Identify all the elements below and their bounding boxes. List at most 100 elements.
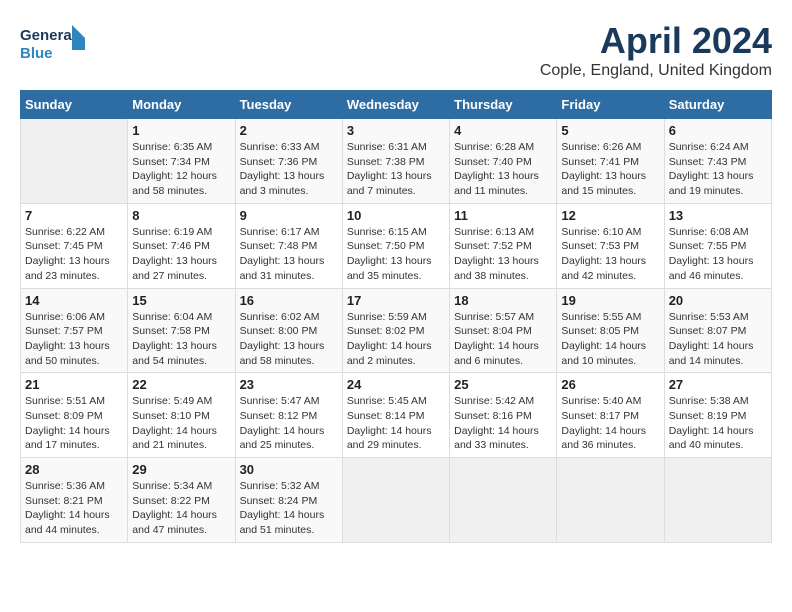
day-info: Sunrise: 5:59 AMSunset: 8:02 PMDaylight:…	[347, 311, 432, 367]
svg-text:General: General	[20, 27, 76, 44]
day-number: 25	[454, 377, 552, 392]
day-number: 28	[25, 462, 123, 477]
calendar-cell: 8 Sunrise: 6:19 AMSunset: 7:46 PMDayligh…	[128, 203, 235, 288]
day-info: Sunrise: 5:42 AMSunset: 8:16 PMDaylight:…	[454, 395, 539, 451]
calendar-table: SundayMondayTuesdayWednesdayThursdayFrid…	[20, 90, 772, 543]
calendar-cell: 25 Sunrise: 5:42 AMSunset: 8:16 PMDaylig…	[450, 373, 557, 458]
day-info: Sunrise: 6:15 AMSunset: 7:50 PMDaylight:…	[347, 226, 432, 282]
title-area: April 2024 Cople, England, United Kingdo…	[540, 20, 772, 80]
day-info: Sunrise: 6:06 AMSunset: 7:57 PMDaylight:…	[25, 311, 110, 367]
day-number: 15	[132, 293, 230, 308]
week-row-4: 28 Sunrise: 5:36 AMSunset: 8:21 PMDaylig…	[21, 458, 772, 543]
calendar-cell: 2 Sunrise: 6:33 AMSunset: 7:36 PMDayligh…	[235, 119, 342, 204]
day-number: 5	[561, 123, 659, 138]
header-area: GeneralBlue April 2024 Cople, England, U…	[20, 20, 772, 80]
calendar-cell: 30 Sunrise: 5:32 AMSunset: 8:24 PMDaylig…	[235, 458, 342, 543]
calendar-cell: 12 Sunrise: 6:10 AMSunset: 7:53 PMDaylig…	[557, 203, 664, 288]
calendar-cell: 19 Sunrise: 5:55 AMSunset: 8:05 PMDaylig…	[557, 288, 664, 373]
day-number: 12	[561, 208, 659, 223]
day-number: 30	[240, 462, 338, 477]
day-info: Sunrise: 5:34 AMSunset: 8:22 PMDaylight:…	[132, 480, 217, 536]
day-info: Sunrise: 6:17 AMSunset: 7:48 PMDaylight:…	[240, 226, 325, 282]
day-header-monday: Monday	[128, 91, 235, 119]
day-info: Sunrise: 6:24 AMSunset: 7:43 PMDaylight:…	[669, 141, 754, 197]
day-header-friday: Friday	[557, 91, 664, 119]
day-number: 20	[669, 293, 767, 308]
day-number: 18	[454, 293, 552, 308]
day-info: Sunrise: 5:53 AMSunset: 8:07 PMDaylight:…	[669, 311, 754, 367]
day-info: Sunrise: 6:02 AMSunset: 8:00 PMDaylight:…	[240, 311, 325, 367]
calendar-cell	[342, 458, 449, 543]
day-info: Sunrise: 6:22 AMSunset: 7:45 PMDaylight:…	[25, 226, 110, 282]
day-info: Sunrise: 6:08 AMSunset: 7:55 PMDaylight:…	[669, 226, 754, 282]
calendar-cell: 4 Sunrise: 6:28 AMSunset: 7:40 PMDayligh…	[450, 119, 557, 204]
day-info: Sunrise: 6:31 AMSunset: 7:38 PMDaylight:…	[347, 141, 432, 197]
calendar-cell: 27 Sunrise: 5:38 AMSunset: 8:19 PMDaylig…	[664, 373, 771, 458]
calendar-cell	[450, 458, 557, 543]
calendar-cell: 28 Sunrise: 5:36 AMSunset: 8:21 PMDaylig…	[21, 458, 128, 543]
calendar-cell: 6 Sunrise: 6:24 AMSunset: 7:43 PMDayligh…	[664, 119, 771, 204]
calendar-cell	[557, 458, 664, 543]
day-number: 10	[347, 208, 445, 223]
day-info: Sunrise: 5:47 AMSunset: 8:12 PMDaylight:…	[240, 395, 325, 451]
calendar-cell: 24 Sunrise: 5:45 AMSunset: 8:14 PMDaylig…	[342, 373, 449, 458]
header-row: SundayMondayTuesdayWednesdayThursdayFrid…	[21, 91, 772, 119]
logo-icon: GeneralBlue	[20, 20, 90, 65]
day-info: Sunrise: 5:32 AMSunset: 8:24 PMDaylight:…	[240, 480, 325, 536]
day-header-wednesday: Wednesday	[342, 91, 449, 119]
calendar-cell: 22 Sunrise: 5:49 AMSunset: 8:10 PMDaylig…	[128, 373, 235, 458]
calendar-cell: 20 Sunrise: 5:53 AMSunset: 8:07 PMDaylig…	[664, 288, 771, 373]
day-header-saturday: Saturday	[664, 91, 771, 119]
day-info: Sunrise: 5:57 AMSunset: 8:04 PMDaylight:…	[454, 311, 539, 367]
day-info: Sunrise: 6:33 AMSunset: 7:36 PMDaylight:…	[240, 141, 325, 197]
day-info: Sunrise: 6:35 AMSunset: 7:34 PMDaylight:…	[132, 141, 217, 197]
calendar-cell: 5 Sunrise: 6:26 AMSunset: 7:41 PMDayligh…	[557, 119, 664, 204]
svg-text:Blue: Blue	[20, 45, 53, 62]
calendar-cell: 21 Sunrise: 5:51 AMSunset: 8:09 PMDaylig…	[21, 373, 128, 458]
calendar-cell	[21, 119, 128, 204]
day-number: 23	[240, 377, 338, 392]
calendar-cell: 29 Sunrise: 5:34 AMSunset: 8:22 PMDaylig…	[128, 458, 235, 543]
day-info: Sunrise: 5:38 AMSunset: 8:19 PMDaylight:…	[669, 395, 754, 451]
day-number: 26	[561, 377, 659, 392]
day-info: Sunrise: 6:13 AMSunset: 7:52 PMDaylight:…	[454, 226, 539, 282]
day-number: 29	[132, 462, 230, 477]
day-header-tuesday: Tuesday	[235, 91, 342, 119]
day-number: 27	[669, 377, 767, 392]
day-number: 4	[454, 123, 552, 138]
day-number: 24	[347, 377, 445, 392]
week-row-2: 14 Sunrise: 6:06 AMSunset: 7:57 PMDaylig…	[21, 288, 772, 373]
day-number: 6	[669, 123, 767, 138]
calendar-cell: 15 Sunrise: 6:04 AMSunset: 7:58 PMDaylig…	[128, 288, 235, 373]
main-title: April 2024	[540, 20, 772, 62]
day-number: 9	[240, 208, 338, 223]
day-number: 13	[669, 208, 767, 223]
calendar-cell: 17 Sunrise: 5:59 AMSunset: 8:02 PMDaylig…	[342, 288, 449, 373]
week-row-3: 21 Sunrise: 5:51 AMSunset: 8:09 PMDaylig…	[21, 373, 772, 458]
calendar-cell: 16 Sunrise: 6:02 AMSunset: 8:00 PMDaylig…	[235, 288, 342, 373]
calendar-cell: 14 Sunrise: 6:06 AMSunset: 7:57 PMDaylig…	[21, 288, 128, 373]
day-number: 11	[454, 208, 552, 223]
day-number: 22	[132, 377, 230, 392]
day-header-sunday: Sunday	[21, 91, 128, 119]
calendar-cell: 23 Sunrise: 5:47 AMSunset: 8:12 PMDaylig…	[235, 373, 342, 458]
day-info: Sunrise: 5:51 AMSunset: 8:09 PMDaylight:…	[25, 395, 110, 451]
day-number: 21	[25, 377, 123, 392]
calendar-cell: 1 Sunrise: 6:35 AMSunset: 7:34 PMDayligh…	[128, 119, 235, 204]
subtitle: Cople, England, United Kingdom	[540, 62, 772, 80]
day-info: Sunrise: 5:40 AMSunset: 8:17 PMDaylight:…	[561, 395, 646, 451]
calendar-cell: 13 Sunrise: 6:08 AMSunset: 7:55 PMDaylig…	[664, 203, 771, 288]
day-number: 8	[132, 208, 230, 223]
calendar-cell: 26 Sunrise: 5:40 AMSunset: 8:17 PMDaylig…	[557, 373, 664, 458]
calendar-cell	[664, 458, 771, 543]
day-info: Sunrise: 5:36 AMSunset: 8:21 PMDaylight:…	[25, 480, 110, 536]
day-info: Sunrise: 6:28 AMSunset: 7:40 PMDaylight:…	[454, 141, 539, 197]
day-info: Sunrise: 6:26 AMSunset: 7:41 PMDaylight:…	[561, 141, 646, 197]
day-number: 2	[240, 123, 338, 138]
day-number: 19	[561, 293, 659, 308]
day-info: Sunrise: 5:55 AMSunset: 8:05 PMDaylight:…	[561, 311, 646, 367]
day-number: 17	[347, 293, 445, 308]
calendar-cell: 11 Sunrise: 6:13 AMSunset: 7:52 PMDaylig…	[450, 203, 557, 288]
logo: GeneralBlue	[20, 20, 90, 65]
day-info: Sunrise: 5:45 AMSunset: 8:14 PMDaylight:…	[347, 395, 432, 451]
